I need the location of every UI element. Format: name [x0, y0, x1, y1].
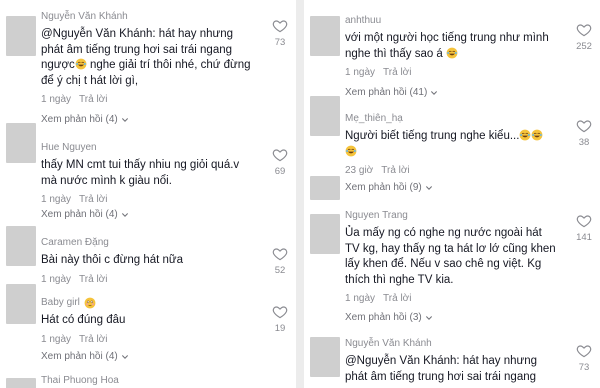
- reply-button[interactable]: Trả lời: [383, 292, 411, 305]
- comment-time: 1 ngày: [41, 273, 72, 285]
- laughing-emoji-icon: [531, 129, 543, 141]
- comment-text: @Nguyễn Văn Khánh: hát hay nhưng phát âm…: [41, 28, 251, 87]
- avatar[interactable]: [310, 16, 340, 56]
- comment-author[interactable]: Thai Phuong Hoa: [41, 374, 261, 387]
- view-replies-button[interactable]: Xem phản hồi (41): [345, 87, 438, 98]
- heart-outline-icon: [272, 304, 288, 320]
- reply-button[interactable]: Trả lời: [79, 273, 107, 286]
- like-count: 19: [274, 323, 286, 334]
- like-count: 141: [576, 232, 592, 243]
- like-count: 38: [578, 137, 590, 148]
- chevron-down-icon: [425, 314, 433, 322]
- avatar[interactable]: [6, 226, 36, 266]
- avatar[interactable]: [310, 96, 340, 136]
- comment-text: Người biết tiếng trung nghe kiểu...: [345, 129, 565, 160]
- like-button[interactable]: 73: [574, 343, 594, 373]
- comment-author[interactable]: anhthuu: [345, 14, 565, 27]
- heart-outline-icon: [576, 213, 592, 229]
- comment-meta: 1 ngày Trả lời: [41, 273, 261, 286]
- laughing-emoji-icon: [345, 145, 357, 157]
- comment-time: 1 ngày: [345, 67, 376, 78]
- heart-outline-icon: [576, 343, 592, 359]
- like-button[interactable]: 69: [270, 147, 290, 177]
- like-button[interactable]: 73: [270, 18, 290, 48]
- view-replies-button[interactable]: Xem phản hồi (9): [345, 182, 433, 193]
- comment-author[interactable]: Nguyễn Văn Khánh: [41, 10, 261, 23]
- comment-author[interactable]: Mẹ_thiên_hạ: [345, 112, 565, 125]
- laughing-emoji-icon: [446, 47, 458, 59]
- avatar[interactable]: [310, 214, 340, 254]
- view-replies-button[interactable]: Xem phản hồi (4): [41, 351, 129, 362]
- avatar[interactable]: [310, 176, 340, 200]
- comment-text: với một người học tiếng trung như mình n…: [345, 32, 549, 60]
- comment-time: 1 ngày: [345, 293, 376, 304]
- comment-author[interactable]: Caramen Đặng: [41, 236, 261, 249]
- flushed-face-emoji-icon: [84, 297, 96, 309]
- comment-time: 23 giờ: [345, 165, 374, 176]
- comment-meta: 1 ngày Trả lời: [41, 193, 261, 206]
- laughing-emoji-icon: [75, 58, 87, 70]
- comment-meta: 1 ngày Trả lời: [345, 66, 565, 79]
- heart-outline-icon: [576, 118, 592, 134]
- heart-outline-icon: [576, 22, 592, 38]
- like-button[interactable]: 38: [574, 118, 594, 148]
- avatar[interactable]: [6, 378, 36, 388]
- comment-author[interactable]: Nguyen Trang: [345, 209, 565, 222]
- avatar[interactable]: [310, 337, 340, 377]
- comment-author[interactable]: Nguyễn Văn Khánh: [345, 337, 565, 350]
- heart-outline-icon: [272, 18, 288, 34]
- like-count: 69: [274, 166, 286, 177]
- like-count: 73: [578, 362, 590, 373]
- comment-author[interactable]: Hue Nguyen: [41, 141, 261, 154]
- chevron-down-icon: [425, 184, 433, 192]
- like-button[interactable]: 52: [270, 246, 290, 276]
- avatar[interactable]: [6, 284, 36, 324]
- reply-button[interactable]: Trả lời: [79, 193, 107, 206]
- comment-text: thấy MN cmt tui thấy nhiu ng giỏi quá.v …: [41, 159, 240, 187]
- comment-meta: 1 ngày Trả lời: [345, 292, 565, 305]
- comment-author[interactable]: Baby girl: [41, 296, 261, 309]
- comment-time: 1 ngày: [41, 194, 72, 205]
- reply-button[interactable]: Trả lời: [79, 93, 107, 106]
- laughing-emoji-icon: [519, 129, 531, 141]
- comment-text: Ủa mấy ng có nghe ng nước ngoài hát TV k…: [345, 227, 556, 286]
- avatar[interactable]: [6, 16, 36, 56]
- chevron-down-icon: [121, 353, 129, 361]
- reply-button[interactable]: Trả lời: [79, 333, 107, 346]
- like-button[interactable]: 19: [270, 304, 290, 334]
- view-replies-button[interactable]: Xem phản hồi (3): [345, 312, 433, 323]
- left-comment-panel: Nguyễn Văn Khánh @Nguyễn Văn Khánh: hát …: [0, 0, 296, 388]
- comment-text: Bài này thôi c đừng hát nữa: [41, 254, 183, 266]
- comment-text: Hát có đúng đâu: [41, 314, 126, 326]
- chevron-down-icon: [121, 116, 129, 124]
- comment-meta: 1 ngày Trả lời: [41, 333, 261, 346]
- panel-divider: [296, 0, 304, 388]
- like-count: 52: [274, 265, 286, 276]
- chevron-down-icon: [121, 211, 129, 219]
- heart-outline-icon: [272, 246, 288, 262]
- comment-meta: 23 giờ Trả lời: [345, 164, 565, 177]
- reply-button[interactable]: Trả lời: [381, 164, 409, 177]
- avatar[interactable]: [6, 123, 36, 163]
- view-replies-button[interactable]: Xem phản hồi (4): [41, 114, 129, 125]
- comment-time: 1 ngày: [41, 333, 72, 345]
- comment-time: 1 ngày: [41, 94, 72, 105]
- chevron-down-icon: [430, 89, 438, 97]
- comment-meta: 1 ngày Trả lời: [41, 93, 261, 106]
- like-count: 73: [274, 37, 286, 48]
- comment-text: @Nguyễn Văn Khánh: hát hay nhưng phát âm…: [345, 355, 538, 383]
- right-comment-panel: anhthuu với một người học tiếng trung nh…: [304, 0, 600, 388]
- heart-outline-icon: [272, 147, 288, 163]
- view-replies-button[interactable]: Xem phản hồi (4): [41, 209, 129, 220]
- like-button[interactable]: 141: [574, 213, 594, 243]
- like-count: 252: [576, 41, 592, 52]
- like-button[interactable]: 252: [574, 22, 594, 52]
- reply-button[interactable]: Trả lời: [383, 66, 411, 79]
